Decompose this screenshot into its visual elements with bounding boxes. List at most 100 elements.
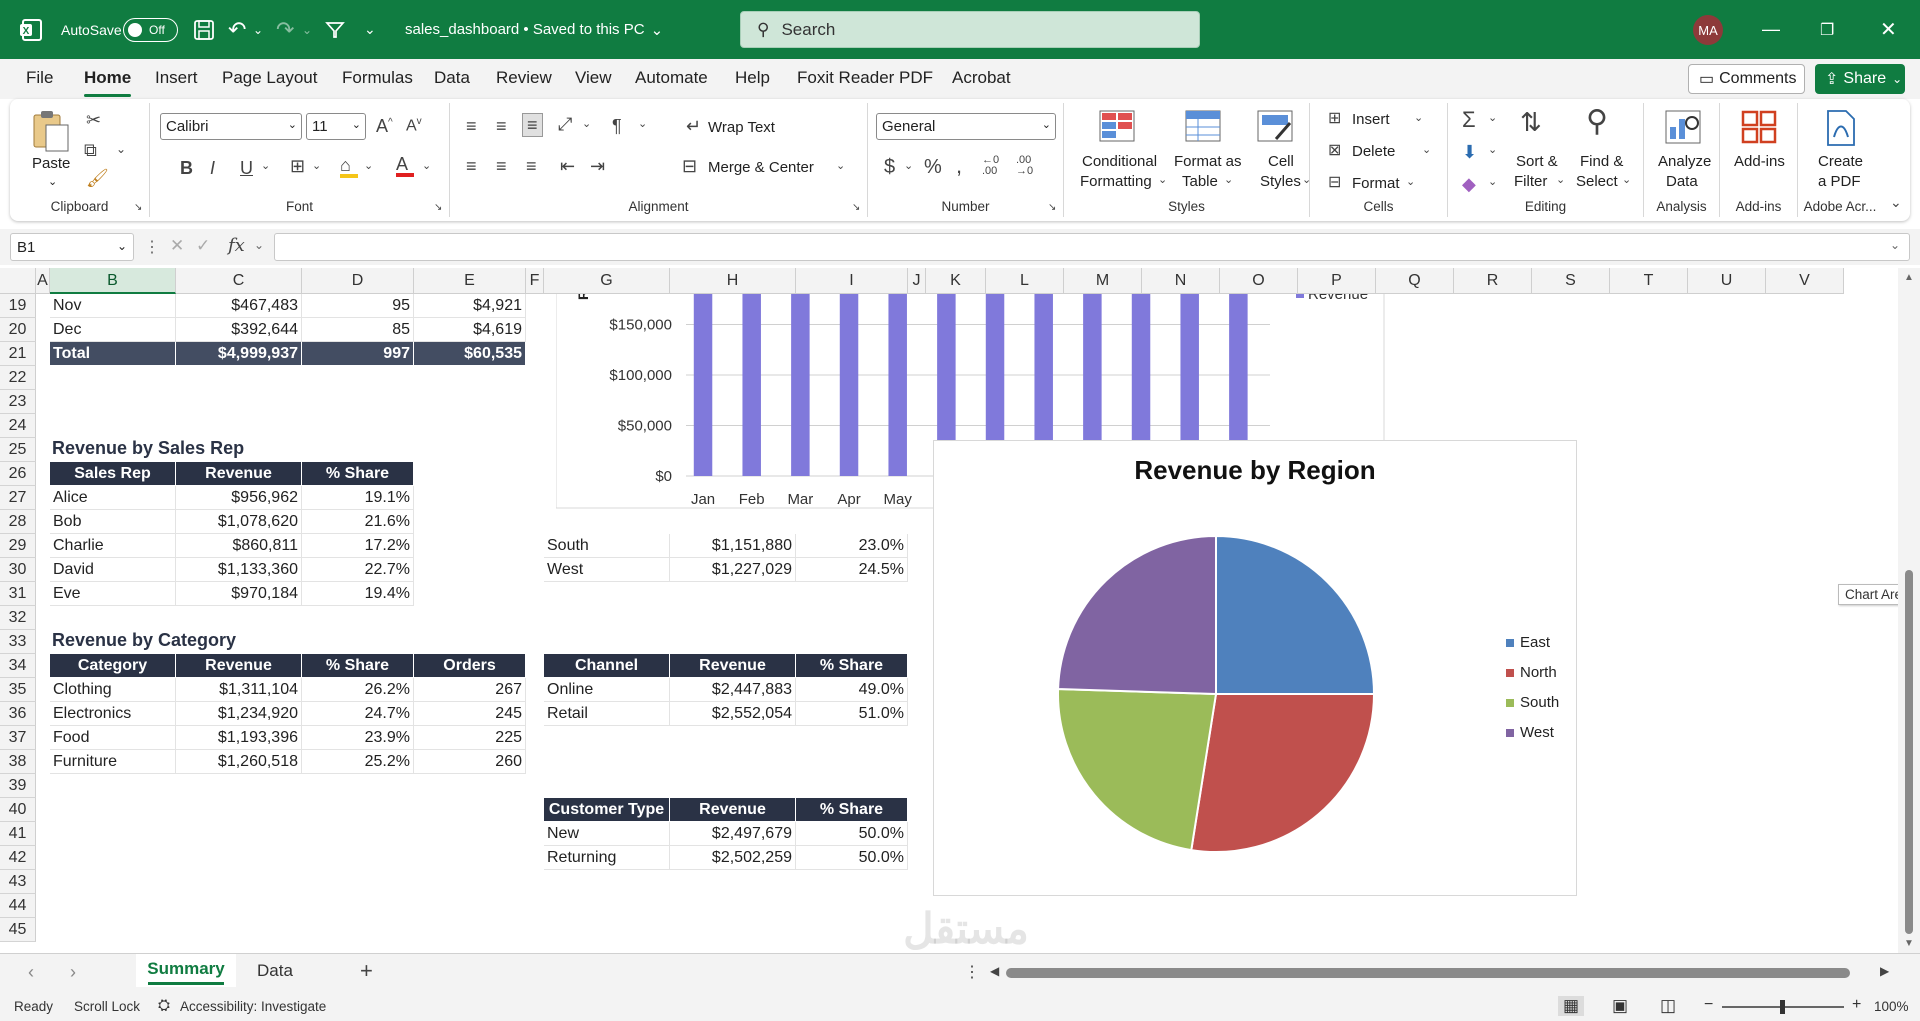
delete-cells-button[interactable]: Delete — [1352, 143, 1395, 160]
row-header[interactable]: 23 — [0, 390, 36, 414]
analyze-data-icon[interactable] — [1664, 109, 1702, 149]
cell-I42[interactable]: 50.0% — [796, 846, 908, 870]
italic-icon[interactable]: I — [210, 159, 215, 177]
cell-E34[interactable]: Orders — [414, 654, 526, 678]
save-icon[interactable] — [193, 0, 215, 59]
cell-B21[interactable]: Total — [50, 342, 176, 366]
cell-C38[interactable]: $1,260,518 — [176, 750, 302, 774]
merge-center-icon[interactable]: ⊟ — [682, 157, 697, 175]
cell-E38[interactable]: 260 — [414, 750, 526, 774]
share-button[interactable]: ⇪ Share ⌄ — [1815, 64, 1905, 94]
chevron-down-icon[interactable]: ⌄ — [1422, 145, 1431, 156]
addins-label[interactable]: Add-ins — [1734, 153, 1785, 170]
clear-icon[interactable]: ◆ — [1462, 175, 1476, 193]
column-header[interactable]: E — [414, 268, 526, 294]
row-header[interactable]: 28 — [0, 510, 36, 534]
column-header[interactable]: V — [1766, 268, 1844, 294]
revenue-bar[interactable] — [742, 294, 761, 476]
horizontal-scroll-thumb[interactable] — [1006, 968, 1850, 978]
column-header[interactable]: L — [986, 268, 1064, 294]
sort-filter-icon[interactable]: ⇅ — [1520, 109, 1542, 135]
tab-data[interactable]: Data — [434, 68, 470, 88]
cell-B35[interactable]: Clothing — [50, 678, 176, 702]
cell-G42[interactable]: Returning — [544, 846, 670, 870]
row-header[interactable]: 33 — [0, 630, 36, 654]
dialog-launcher-icon[interactable]: ↘ — [852, 203, 860, 213]
cell-D28[interactable]: 21.6% — [302, 510, 414, 534]
restore-icon[interactable]: ❐ — [1820, 0, 1834, 59]
chevron-down-icon[interactable]: ⌄ — [1488, 113, 1497, 124]
filename-dropdown[interactable]: sales_dashboard • Saved to this PC ⌄ — [405, 0, 663, 59]
currency-icon[interactable]: $ — [884, 157, 895, 177]
cell-G36[interactable]: Retail — [544, 702, 670, 726]
conditional-formatting-label2[interactable]: Formatting — [1080, 173, 1152, 190]
cell-E35[interactable]: 267 — [414, 678, 526, 702]
orientation-icon[interactable]: ⤢ — [558, 115, 572, 133]
pie-slice-south[interactable] — [1057, 688, 1218, 852]
cell-C37[interactable]: $1,193,396 — [176, 726, 302, 750]
column-header[interactable]: T — [1610, 268, 1688, 294]
conditional-formatting-icon[interactable] — [1098, 109, 1136, 147]
cell-B37[interactable]: Food — [50, 726, 176, 750]
cell-D27[interactable]: 19.1% — [302, 486, 414, 510]
cell-G34[interactable]: Channel — [544, 654, 670, 678]
confirm-entry-icon[interactable]: ✓ — [196, 236, 210, 256]
column-header[interactable]: B — [50, 268, 176, 294]
row-header[interactable]: 32 — [0, 606, 36, 630]
chevron-down-icon[interactable]: ⌄ — [422, 161, 431, 172]
search-box[interactable]: ⚲ Search — [740, 11, 1200, 48]
cancel-entry-icon[interactable]: ✕ — [170, 236, 184, 256]
align-middle-icon[interactable]: ≡ — [496, 117, 507, 135]
cell-C28[interactable]: $1,078,620 — [176, 510, 302, 534]
filter-icon[interactable] — [325, 0, 345, 59]
column-header[interactable]: M — [1064, 268, 1142, 294]
cell-G29[interactable]: South — [544, 534, 670, 558]
row-header[interactable]: 35 — [0, 678, 36, 702]
cell-styles-icon[interactable] — [1256, 109, 1294, 147]
borders-icon[interactable]: ⊞ — [290, 157, 305, 175]
text-direction-icon[interactable]: ¶ — [612, 117, 622, 135]
close-icon[interactable]: ✕ — [1880, 0, 1897, 59]
delete-cells-icon[interactable]: ⊠ — [1328, 143, 1341, 159]
cell-B28[interactable]: Bob — [50, 510, 176, 534]
cell-G30[interactable]: West — [544, 558, 670, 582]
dialog-launcher-icon[interactable]: ↘ — [134, 203, 142, 213]
cell-I29[interactable]: 23.0% — [796, 534, 908, 558]
cell-B31[interactable]: Eve — [50, 582, 176, 606]
font-color-icon[interactable]: A — [396, 155, 414, 177]
cell-C34[interactable]: Revenue — [176, 654, 302, 678]
cell-D30[interactable]: 22.7% — [302, 558, 414, 582]
chevron-down-icon[interactable]: ⌄ — [364, 161, 373, 172]
tab-split-handle-icon[interactable]: ⋮ — [964, 962, 980, 982]
sort-filter-label[interactable]: Sort & — [1516, 153, 1558, 170]
align-left-icon[interactable]: ≡ — [466, 157, 477, 175]
column-header[interactable]: C — [176, 268, 302, 294]
zoom-out-icon[interactable]: − — [1704, 996, 1713, 1014]
cell-B38[interactable]: Furniture — [50, 750, 176, 774]
decrease-indent-icon[interactable]: ⇤ — [560, 157, 575, 175]
column-header[interactable]: F — [526, 268, 544, 294]
increase-font-icon[interactable]: A^ — [376, 117, 393, 135]
column-header[interactable]: K — [926, 268, 986, 294]
comma-style-icon[interactable]: , — [956, 155, 962, 177]
align-right-icon[interactable]: ≡ — [526, 157, 537, 175]
minimize-icon[interactable]: — — [1762, 0, 1780, 59]
chevron-down-icon[interactable]: ⌄ — [48, 175, 57, 188]
chevron-down-icon[interactable]: ⌄ — [261, 161, 270, 172]
format-as-table-label2[interactable]: Table — [1182, 173, 1218, 190]
revenue-bar[interactable] — [839, 294, 859, 476]
cell-H40[interactable]: Revenue — [670, 798, 796, 822]
zoom-level[interactable]: 100% — [1874, 999, 1909, 1014]
row-header[interactable]: 36 — [0, 702, 36, 726]
cell-C26[interactable]: Revenue — [176, 462, 302, 486]
increase-indent-icon[interactable]: ⇥ — [590, 157, 605, 175]
comments-button[interactable]: ▭ Comments — [1688, 64, 1805, 94]
undo-dropdown-icon[interactable]: ⌄ — [253, 0, 263, 59]
analyze-data-label[interactable]: Analyze — [1658, 153, 1711, 170]
page-layout-view-icon[interactable]: ▣ — [1612, 996, 1628, 1016]
column-header[interactable]: J — [908, 268, 926, 294]
cell-D34[interactable]: % Share — [302, 654, 414, 678]
cell-B34[interactable]: Category — [50, 654, 176, 678]
chevron-down-icon[interactable]: ⌄ — [254, 238, 264, 252]
cell-D26[interactable]: % Share — [302, 462, 414, 486]
